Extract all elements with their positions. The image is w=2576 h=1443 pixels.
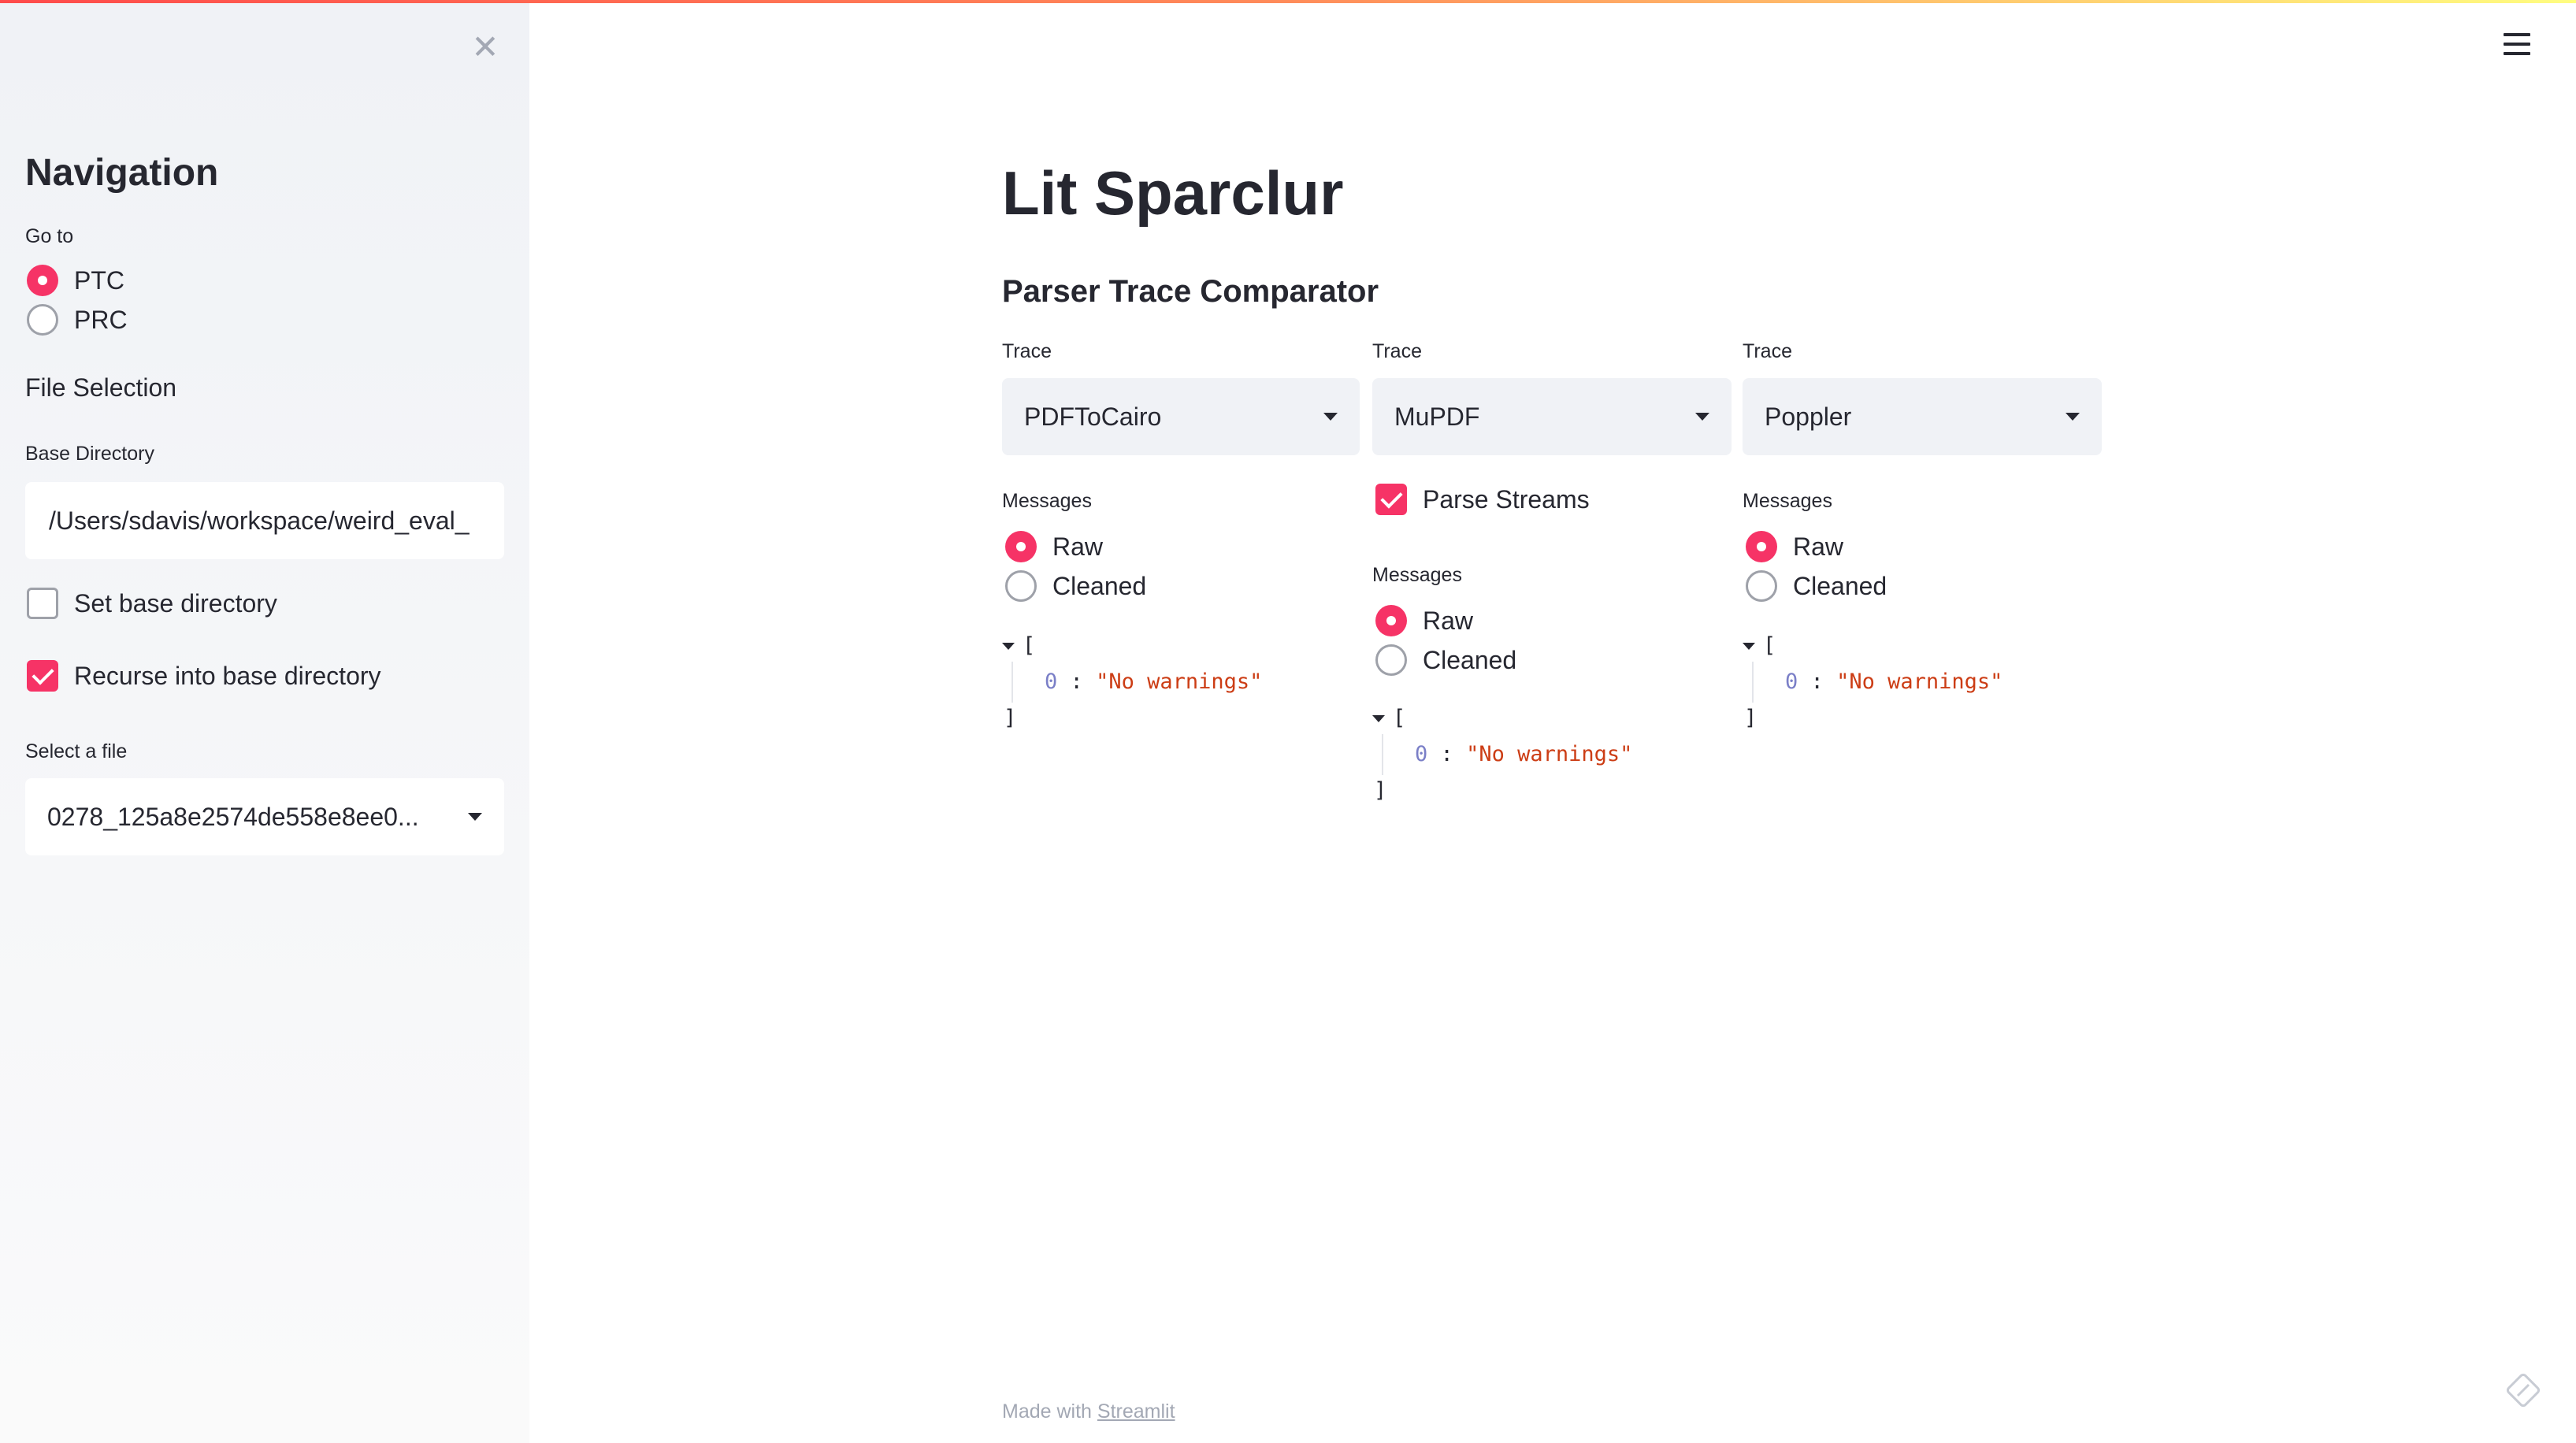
radio-raw-3-label: Raw <box>1793 532 1844 561</box>
json-guide <box>1752 662 1754 703</box>
chevron-down-icon <box>1695 413 1709 421</box>
trace-select-2[interactable]: MuPDF <box>1372 378 1732 455</box>
json-sep: : <box>1070 670 1083 694</box>
trace-select-2-value: MuPDF <box>1394 402 1480 431</box>
radio-raw-2-label: Raw <box>1423 606 1474 635</box>
page-title: Lit Sparclur <box>1002 158 1344 228</box>
radio-cleaned-1-label: Cleaned <box>1052 571 1147 600</box>
goto-label: Go to <box>25 225 74 247</box>
json-guide <box>1011 662 1013 703</box>
json-viewer-2: [ 0 : "No warnings" ] <box>1372 703 1687 813</box>
chevron-down-icon <box>2066 413 2080 421</box>
json-close-bracket: ] <box>1744 706 1758 730</box>
chevron-down-icon <box>468 813 482 821</box>
messages-label-3: Messages <box>1743 490 1832 512</box>
json-value: "No warnings" <box>1836 670 2003 694</box>
base-directory-label: Base Directory <box>25 443 154 465</box>
radio-raw-3[interactable]: Raw <box>1746 531 1843 562</box>
radio-prc-label: PRC <box>74 305 128 334</box>
radio-raw-1-indicator[interactable] <box>1005 531 1037 562</box>
collapse-triangle-icon[interactable] <box>1002 643 1015 650</box>
set-base-directory-box[interactable] <box>27 588 58 619</box>
page-subtitle: Parser Trace Comparator <box>1002 274 1379 309</box>
radio-cleaned-1[interactable]: Cleaned <box>1005 570 1146 602</box>
sidebar-title: Navigation <box>25 152 219 194</box>
radio-cleaned-2-label: Cleaned <box>1423 645 1517 674</box>
file-select[interactable]: 0278_125a8e2574de558e8ee0... <box>25 778 504 855</box>
trace-select-3[interactable]: Poppler <box>1743 378 2102 455</box>
radio-cleaned-2[interactable]: Cleaned <box>1375 644 1516 676</box>
trace-label-2: Trace <box>1372 340 1422 362</box>
base-directory-input[interactable]: /Users/sdavis/workspace/weird_eval_ <box>25 482 504 559</box>
json-sep: : <box>1810 670 1824 694</box>
recurse-box[interactable] <box>27 660 58 692</box>
select-file-label: Select a file <box>25 740 128 762</box>
radio-ptc-label: PTC <box>74 265 124 295</box>
trace-select-3-value: Poppler <box>1765 402 1852 431</box>
json-index: 0 <box>1785 670 1798 694</box>
streamlit-logo-icon <box>2506 1373 2541 1408</box>
messages-label-2: Messages <box>1372 564 1462 586</box>
parse-streams-box[interactable] <box>1375 484 1407 515</box>
json-open-bracket: [ <box>1023 633 1036 658</box>
radio-ptc-indicator[interactable] <box>27 265 58 296</box>
footer: Made with Streamlit <box>1002 1400 1175 1423</box>
set-base-directory-label: Set base directory <box>74 588 277 618</box>
trace-select-1[interactable]: PDFToCairo <box>1002 378 1360 455</box>
json-value: "No warnings" <box>1096 670 1263 694</box>
hamburger-menu-icon[interactable] <box>2504 33 2530 57</box>
radio-raw-1[interactable]: Raw <box>1005 531 1103 562</box>
radio-prc-indicator[interactable] <box>27 304 58 336</box>
radio-raw-2-indicator[interactable] <box>1375 605 1407 636</box>
top-decoration-bar <box>0 0 2576 3</box>
radio-cleaned-3[interactable]: Cleaned <box>1746 570 1887 602</box>
radio-cleaned-3-label: Cleaned <box>1793 571 1887 600</box>
collapse-triangle-icon[interactable] <box>1372 715 1385 722</box>
messages-label-1: Messages <box>1002 490 1092 512</box>
trace-label-1: Trace <box>1002 340 1052 362</box>
recurse-label: Recurse into base directory <box>74 661 381 690</box>
chevron-down-icon <box>1323 413 1338 421</box>
file-select-value: 0278_125a8e2574de558e8ee0... <box>47 802 419 831</box>
collapse-triangle-icon[interactable] <box>1743 643 1755 650</box>
json-close-bracket: ] <box>1004 706 1017 730</box>
close-sidebar-icon[interactable]: ✕ <box>468 30 503 65</box>
json-viewer-3: [ 0 : "No warnings" ] <box>1743 630 2058 740</box>
json-viewer-1: [ 0 : "No warnings" ] <box>1002 630 1317 740</box>
radio-raw-3-indicator[interactable] <box>1746 531 1777 562</box>
radio-raw-2[interactable]: Raw <box>1375 605 1473 636</box>
radio-cleaned-3-indicator[interactable] <box>1746 570 1777 602</box>
parse-streams-checkbox[interactable]: Parse Streams <box>1375 484 1590 515</box>
recurse-checkbox[interactable]: Recurse into base directory <box>27 660 381 692</box>
radio-cleaned-2-indicator[interactable] <box>1375 644 1407 676</box>
radio-raw-1-label: Raw <box>1052 532 1104 561</box>
json-close-bracket: ] <box>1374 778 1387 803</box>
radio-ptc[interactable]: PTC <box>27 265 124 296</box>
json-value: "No warnings" <box>1466 742 1633 766</box>
json-open-bracket: [ <box>1393 706 1406 730</box>
json-sep: : <box>1440 742 1453 766</box>
sidebar: ✕ Navigation Go to PTC PRC File Selectio… <box>0 0 529 1443</box>
parse-streams-label: Parse Streams <box>1423 484 1590 514</box>
json-index: 0 <box>1045 670 1058 694</box>
json-guide <box>1382 734 1383 775</box>
json-index: 0 <box>1415 742 1428 766</box>
trace-label-3: Trace <box>1743 340 1792 362</box>
footer-made-with: Made with <box>1002 1400 1092 1423</box>
json-open-bracket: [ <box>1763 633 1776 658</box>
streamlit-link[interactable]: Streamlit <box>1097 1400 1175 1423</box>
radio-prc[interactable]: PRC <box>27 304 128 336</box>
file-selection-heading: File Selection <box>25 373 177 402</box>
set-base-directory-checkbox[interactable]: Set base directory <box>27 588 277 619</box>
radio-cleaned-1-indicator[interactable] <box>1005 570 1037 602</box>
trace-select-1-value: PDFToCairo <box>1024 402 1162 431</box>
